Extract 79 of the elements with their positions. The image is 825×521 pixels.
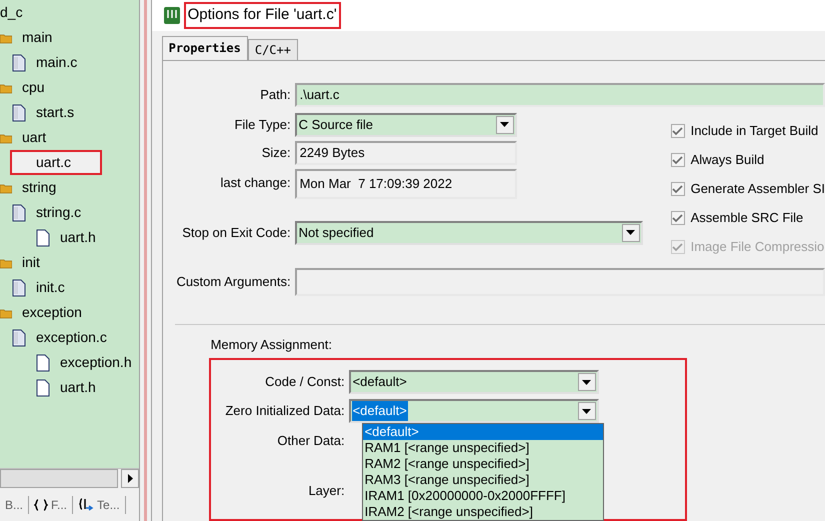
file-icon <box>12 278 26 296</box>
tree-item[interactable]: start.s <box>32 102 78 123</box>
dropdown[interactable]: <default> <box>348 399 599 423</box>
tree-item[interactable]: init.c <box>32 277 69 298</box>
checkbox[interactable] <box>670 182 685 196</box>
field-label: Size: <box>260 144 291 162</box>
tree-item[interactable]: string <box>18 177 60 198</box>
checkbox[interactable] <box>670 124 685 138</box>
caret-icon <box>578 402 596 420</box>
file-icon <box>12 104 26 122</box>
tree-item[interactable]: uart.h <box>56 227 100 248</box>
caret-icon <box>578 373 596 391</box>
tree-item[interactable]: cpu <box>18 77 49 98</box>
scroll-right-icon[interactable] <box>121 469 140 488</box>
panel-tab[interactable]: F... <box>29 496 74 514</box>
folder-icon <box>0 306 12 318</box>
tree-item[interactable]: uart <box>18 127 50 148</box>
tree-item[interactable]: uart.c <box>10 150 102 175</box>
braces-icon <box>34 498 48 510</box>
checkbox-label: Generate Assembler SI <box>690 180 825 198</box>
dropdown-option[interactable]: <default> <box>362 424 603 440</box>
tab[interactable]: C/C++ <box>248 38 298 60</box>
folder-icon <box>0 32 12 44</box>
tree-item[interactable]: uart.h <box>56 377 100 398</box>
caret-icon <box>622 224 640 242</box>
tree-item[interactable]: exception <box>18 302 86 323</box>
dropdown-option[interactable]: IRAM1 [0x20000000-0x2000FFFF] <box>362 488 603 504</box>
checkbox[interactable] <box>670 153 685 167</box>
checkbox-label: Always Build <box>690 151 764 170</box>
tree-item[interactable]: main.c <box>32 52 82 73</box>
field-label: Stop on Exit Code: <box>181 224 291 242</box>
folder-icon <box>0 256 12 268</box>
checkbox-label: Image File Compressio <box>690 238 824 256</box>
checkbox-label: Include in Target Build <box>690 122 818 140</box>
dialog-title: Options for File 'uart.c' <box>184 2 341 29</box>
folder-icon <box>0 132 12 144</box>
dropdown[interactable]: Not specified <box>294 220 643 244</box>
dropdown[interactable]: <default> <box>348 370 599 394</box>
tree-root[interactable]: d_c <box>0 2 23 23</box>
dropdown-option[interactable]: RAM1 [<range unspecified>] <box>362 440 603 456</box>
dropdown-option[interactable]: IRAM2 [<range unspecified>] <box>362 504 603 520</box>
dropdown[interactable]: C Source file <box>294 112 517 136</box>
tree-item[interactable]: main <box>18 27 56 48</box>
tree-item[interactable]: exception.c <box>32 327 111 348</box>
last-change-field: Mon Mar 7 17:09:39 2022 <box>294 168 517 198</box>
file-icon <box>36 228 50 246</box>
checkbox[interactable] <box>670 211 685 225</box>
panel-tab[interactable]: B... <box>0 496 30 514</box>
file-icon <box>36 378 50 396</box>
horizontal-scrollbar[interactable] <box>0 468 140 488</box>
file-icon <box>12 54 26 72</box>
size-field: 2249 Bytes <box>294 140 517 164</box>
checkbox-label: Assemble SRC File <box>690 209 804 228</box>
folder-icon <box>0 82 12 94</box>
app-logo-icon <box>164 7 180 24</box>
field-label: Path: <box>259 86 291 104</box>
panel-tab[interactable]: Te... <box>73 496 126 514</box>
field-label: Code / Const: <box>264 373 345 392</box>
field-label: Zero Initialized Data: <box>224 402 345 420</box>
tab[interactable]: Properties <box>162 36 248 60</box>
tree-item[interactable]: exception.h <box>56 352 136 373</box>
path-field[interactable]: .\uart.c <box>294 82 825 106</box>
dropdown-option[interactable]: RAM3 [<range unspecified>] <box>362 472 603 488</box>
tree-item[interactable]: string.c <box>32 202 86 223</box>
field-label: File Type: <box>233 116 291 134</box>
file-icon <box>36 354 50 372</box>
tree-item[interactable]: init <box>18 252 44 273</box>
template-icon <box>78 498 94 512</box>
field-label: Layer: <box>307 482 345 500</box>
field-label: Custom Arguments: <box>175 272 291 291</box>
field-label: Other Data: <box>276 432 345 450</box>
caret-icon <box>496 116 514 134</box>
section-label: Memory Assignment: <box>210 336 333 354</box>
dropdown-option[interactable]: RAM2 [<range unspecified>] <box>362 456 603 472</box>
file-icon <box>12 328 26 346</box>
folder-icon <box>0 182 12 194</box>
custom-arguments-field[interactable] <box>294 268 825 296</box>
file-icon <box>12 204 26 222</box>
field-label: last change: <box>219 174 291 192</box>
